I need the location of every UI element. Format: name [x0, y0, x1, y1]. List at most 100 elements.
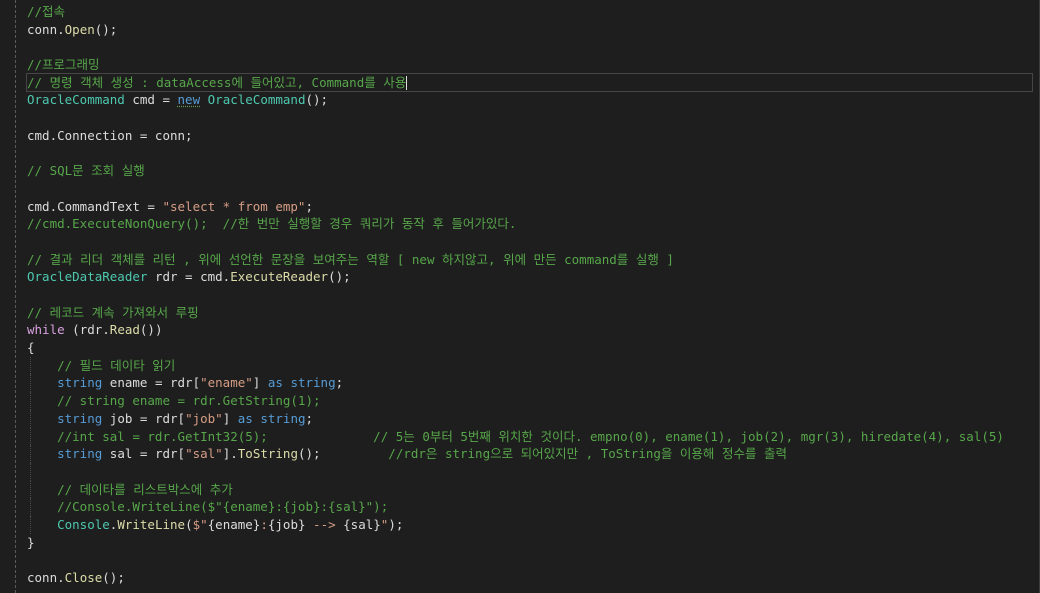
- code-line[interactable]: //cmd.ExecuteNonQuery(); //한 번만 실행할 경우 쿼…: [27, 215, 1032, 233]
- indent-guide: [30, 374, 31, 393]
- code-line[interactable]: OracleDataReader rdr = cmd.ExecuteReader…: [27, 268, 1032, 286]
- method-name: WriteLine: [117, 516, 186, 532]
- text-caret: [406, 76, 408, 91]
- keyword-string: string: [57, 410, 103, 426]
- interpolation: {ename}: [207, 516, 261, 532]
- keyword-string: string: [57, 375, 103, 391]
- comment: //프로그래밍: [27, 57, 100, 73]
- code-line[interactable]: // 레코드 계속 가져와서 루핑: [27, 304, 1032, 322]
- code-text: cmd.CommandText =: [27, 198, 163, 214]
- code-line-empty[interactable]: [27, 180, 1032, 198]
- code-line-empty[interactable]: [27, 233, 1032, 251]
- code-text: ();: [297, 446, 321, 462]
- type-name: OracleCommand: [27, 92, 125, 108]
- string-literal: "select * from emp": [162, 198, 306, 214]
- code-text: ].: [222, 446, 238, 462]
- code-line-empty[interactable]: [27, 551, 1032, 569]
- code-line[interactable]: string sal = rdr["sal"].ToString(); //rd…: [27, 445, 1032, 463]
- code-text: ]: [222, 410, 238, 426]
- comment: //cmd.ExecuteNonQuery(); //한 번만 실행할 경우 쿼…: [27, 216, 517, 232]
- comment: //접속: [27, 4, 66, 19]
- code-line[interactable]: conn.Close();: [27, 569, 1032, 587]
- type-name: OracleDataReader: [27, 269, 148, 285]
- editor-margin: [0, 0, 20, 593]
- current-code-line[interactable]: // 명령 객체 생성 : dataAccess에 들어있고, Command를…: [26, 72, 1033, 93]
- comment: // 데이타를 리스트박스에 추가: [27, 481, 233, 497]
- code-line[interactable]: conn.Open();: [27, 21, 1032, 39]
- indent-guide: [30, 462, 31, 481]
- keyword-string: string: [290, 375, 336, 391]
- code-text: cmd =: [124, 92, 178, 108]
- code-line-empty[interactable]: [27, 38, 1032, 56]
- comment: // SQL문 조회 실행: [27, 163, 145, 179]
- code-text: ename = rdr[: [102, 375, 201, 391]
- code-line-empty[interactable]: [27, 145, 1032, 163]
- code-text: sal = rdr[: [102, 446, 186, 462]
- code-text: ();: [305, 92, 329, 108]
- keyword-as: as: [267, 375, 283, 391]
- code-text: (rdr.: [64, 322, 110, 338]
- code-line[interactable]: Console.WriteLine($"{ename}:{job} --> {s…: [27, 515, 1032, 534]
- indent-guide: [30, 427, 31, 446]
- code-line[interactable]: //프로그래밍: [27, 56, 1032, 74]
- code-editor[interactable]: //접속 conn.Open(); //프로그래밍 // 명령 객체 생성 : …: [0, 0, 1040, 593]
- method-name: Read: [109, 322, 140, 338]
- code-line[interactable]: cmd.CommandText = "select * from emp";: [27, 198, 1032, 216]
- string-literal: "ename": [200, 375, 253, 391]
- code-line[interactable]: {: [27, 339, 1032, 357]
- comment: //Console.WriteLine($"{ename}:{job}:{sal…: [27, 499, 389, 515]
- code-line[interactable]: string job = rdr["job"] as string;: [27, 409, 1032, 428]
- comment: // string ename = rdr.GetString(1);: [27, 393, 321, 409]
- code-text: ;: [305, 410, 314, 426]
- code-text: conn.: [27, 21, 65, 37]
- code-line[interactable]: // SQL문 조회 실행: [27, 162, 1032, 180]
- code-text: ();: [328, 269, 351, 285]
- code-text: job = rdr[: [102, 410, 186, 426]
- code-line[interactable]: // 필드 데이타 읽기: [27, 356, 1032, 375]
- indent-guide: [30, 515, 31, 534]
- keyword-while: while: [27, 322, 65, 338]
- code-line[interactable]: //int sal = rdr.GetInt32(5); // 5는 0부터 5…: [27, 427, 1032, 446]
- comment: //int sal = rdr.GetInt32(5);: [27, 428, 268, 444]
- method-name: ToString: [237, 446, 298, 462]
- gutter-guide-line: [15, 0, 16, 593]
- code-line[interactable]: //Console.WriteLine($"{ename}:{job}:{sal…: [27, 498, 1032, 516]
- string-literal: "job": [185, 410, 223, 426]
- code-line[interactable]: // 데이타를 리스트박스에 추가: [27, 480, 1032, 499]
- code-line-empty[interactable]: [27, 109, 1032, 127]
- comment: // 결과 리더 객체를 리턴 , 위에 선언한 문장을 보여주는 역할 [ n…: [27, 251, 674, 267]
- code-line[interactable]: while (rdr.Read()): [27, 321, 1032, 339]
- indent-guide: [30, 498, 31, 516]
- code-text: (: [185, 516, 193, 532]
- code-text: rdr = cmd.: [147, 269, 231, 285]
- comment: // 5는 0부터 5번째 위치한 것이다. empno(0), ename(1…: [267, 428, 1004, 444]
- code-line[interactable]: //접속: [27, 3, 1032, 21]
- brace-open: {: [27, 340, 35, 356]
- code-text: );: [388, 516, 404, 532]
- code-line-empty[interactable]: [27, 462, 1032, 481]
- indent-guide: [30, 409, 31, 428]
- type-name: Console: [57, 516, 110, 532]
- comment: // 필드 데이타 읽기: [27, 357, 176, 373]
- brace-close: }: [27, 534, 35, 550]
- code-line[interactable]: string ename = rdr["ename"] as string;: [27, 374, 1032, 393]
- comment: // 명령 객체 생성 : dataAccess에 들어있고, Command를…: [27, 74, 407, 90]
- code-text: ()): [139, 322, 163, 338]
- code-line[interactable]: OracleCommand cmd = new OracleCommand();: [27, 91, 1032, 109]
- code-line[interactable]: // 결과 리더 객체를 리턴 , 위에 선언한 문장을 보여주는 역할 [ n…: [27, 251, 1032, 269]
- keyword-string: string: [57, 446, 103, 462]
- code-lines[interactable]: //접속 conn.Open(); //프로그래밍 // 명령 객체 생성 : …: [26, 3, 1033, 587]
- code-line[interactable]: // string ename = rdr.GetString(1);: [27, 392, 1032, 410]
- keyword-as: as: [237, 410, 253, 426]
- method-name: Close: [64, 570, 103, 585]
- code-text: ();: [94, 21, 118, 37]
- keyword-new: new: [177, 92, 201, 108]
- code-line[interactable]: }: [27, 534, 1032, 552]
- code-line-empty[interactable]: [27, 286, 1032, 304]
- indent-guide: [30, 356, 31, 375]
- code-text: ;: [305, 198, 313, 214]
- code-line[interactable]: cmd.Connection = conn;: [27, 127, 1032, 145]
